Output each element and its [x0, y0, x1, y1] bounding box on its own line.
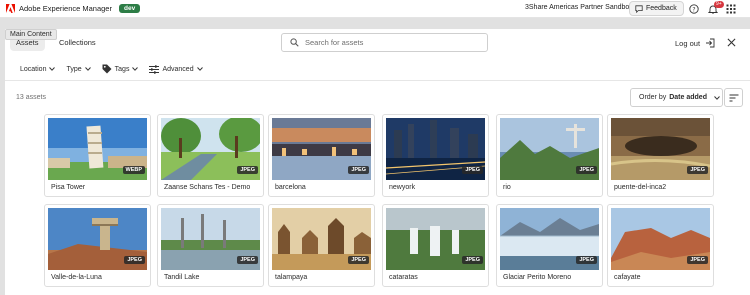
chevron-down-icon: [84, 67, 91, 71]
order-by-value: Date added: [669, 94, 707, 101]
chevron-down-icon: [132, 67, 139, 71]
asset-title: barcelona: [275, 184, 306, 191]
asset-title: newyork: [389, 184, 416, 191]
asset-title: Zaanse Schans Tes - Demo: [164, 184, 251, 191]
search-field[interactable]: [281, 33, 488, 52]
asset-card[interactable]: JPEG Glaciar Perito Moreno: [496, 204, 603, 287]
tag-icon: [102, 64, 112, 74]
apps-grid-icon[interactable]: [725, 3, 737, 15]
logout-label: Log out: [675, 38, 701, 48]
notifications-icon[interactable]: 9+: [707, 1, 724, 15]
feedback-icon: [635, 4, 643, 13]
order-by-prefix: Order by: [639, 94, 667, 101]
asset-card[interactable]: JPEG newyork: [382, 114, 489, 197]
format-badge: JPEG: [237, 166, 258, 174]
asset-card[interactable]: JPEG cataratas: [382, 204, 489, 287]
format-badge: JPEG: [576, 166, 597, 174]
filter-location[interactable]: Location: [20, 65, 56, 73]
chevron-down-icon: [196, 67, 203, 71]
asset-title: talampaya: [275, 274, 308, 281]
filter-advanced-label: Advanced: [162, 65, 194, 73]
format-badge: JPEG: [576, 256, 597, 264]
logout-icon: [706, 38, 715, 48]
svg-text:?: ?: [692, 6, 695, 13]
asset-card[interactable]: JPEG Tandil Lake: [157, 204, 264, 287]
environment-badge: dev: [118, 4, 141, 13]
format-badge: JPEG: [687, 256, 708, 264]
filter-tags[interactable]: Tags: [102, 64, 139, 74]
format-badge: JPEG: [348, 256, 369, 264]
search-icon: [290, 38, 299, 47]
main-content-tooltip: Main Content: [5, 29, 57, 40]
asset-title: puente-del-inca2: [614, 184, 667, 191]
asset-card[interactable]: JPEG puente-del-inca2: [607, 114, 714, 197]
tab-collections[interactable]: Collections: [59, 38, 96, 47]
logout-button[interactable]: Log out: [675, 38, 715, 48]
order-by-dropdown[interactable]: Order by Date added: [630, 88, 723, 107]
sort-direction-button[interactable]: [724, 88, 743, 107]
feedback-button[interactable]: Feedback: [629, 1, 684, 16]
filter-type[interactable]: Type: [66, 65, 91, 73]
filter-tags-label: Tags: [114, 65, 130, 73]
filter-divider: [5, 80, 750, 81]
asset-card[interactable]: JPEG talampaya: [268, 204, 375, 287]
format-badge: JPEG: [237, 256, 258, 264]
format-badge: JPEG: [462, 166, 483, 174]
asset-title: rio: [503, 184, 511, 191]
asset-card[interactable]: JPEG Zaanse Schans Tes - Demo: [157, 114, 264, 197]
asset-count: 13 assets: [16, 94, 46, 101]
asset-title: Pisa Tower: [51, 184, 86, 191]
asset-title: Tandil Lake: [164, 274, 200, 281]
asset-title: Glaciar Perito Moreno: [503, 274, 572, 281]
filter-bar: Location Type Tags Advanced: [20, 64, 214, 74]
feedback-label: Feedback: [646, 5, 677, 12]
filter-type-label: Type: [66, 65, 82, 73]
close-icon[interactable]: [726, 37, 737, 48]
search-input[interactable]: [305, 38, 475, 47]
org-switcher[interactable]: 3Share Americas Partner Sandbox: [525, 4, 633, 11]
top-shell-bar: Adobe Experience Manager dev 3Share Amer…: [0, 0, 750, 18]
format-badge: JPEG: [462, 256, 483, 264]
chevron-down-icon: [49, 67, 56, 71]
asset-card[interactable]: JPEG cafayate: [607, 204, 714, 287]
asset-card[interactable]: JPEG Valle-de-la-Luna: [44, 204, 151, 287]
chevron-down-icon: [714, 95, 720, 100]
asset-title: cataratas: [389, 274, 418, 281]
format-badge: JPEG: [124, 256, 145, 264]
asset-card[interactable]: JPEG rio: [496, 114, 603, 197]
asset-title: cafayate: [614, 274, 641, 281]
format-badge: JPEG: [687, 166, 708, 174]
asset-title: Valle-de-la-Luna: [51, 274, 102, 281]
format-badge: WEBP: [122, 166, 145, 174]
format-badge: JPEG: [348, 166, 369, 174]
asset-card[interactable]: WEBP Pisa Tower: [44, 114, 151, 197]
sliders-icon: [149, 64, 160, 74]
filter-location-label: Location: [20, 65, 47, 73]
filter-advanced[interactable]: Advanced: [149, 64, 203, 74]
app-name[interactable]: Adobe Experience Manager: [19, 4, 112, 13]
adobe-logo-icon[interactable]: [3, 0, 17, 18]
sort-icon: [729, 94, 738, 101]
asset-card[interactable]: JPEG barcelona: [268, 114, 375, 197]
notification-count-badge: 9+: [714, 1, 724, 8]
help-icon[interactable]: ?: [688, 3, 700, 15]
